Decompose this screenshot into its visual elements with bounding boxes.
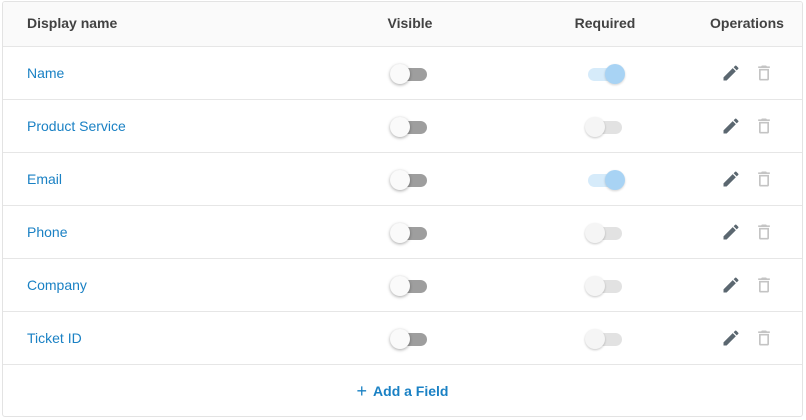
required-toggle bbox=[585, 329, 625, 349]
column-header-display-name: Display name bbox=[27, 15, 118, 31]
plus-icon: + bbox=[356, 381, 368, 401]
edit-pencil-icon[interactable] bbox=[721, 63, 741, 83]
edit-pencil-icon[interactable] bbox=[721, 116, 741, 136]
add-field-bar: + Add a Field bbox=[3, 376, 802, 406]
custom-fields-panel: Display name Visible Required Operations… bbox=[2, 1, 803, 417]
add-field-button[interactable]: + Add a Field bbox=[357, 376, 449, 406]
delete-trash-icon bbox=[754, 222, 774, 242]
required-toggle bbox=[585, 117, 625, 137]
field-name-link[interactable]: Company bbox=[27, 259, 87, 311]
visible-toggle[interactable] bbox=[390, 329, 430, 349]
visible-toggle[interactable] bbox=[390, 170, 430, 190]
edit-pencil-icon[interactable] bbox=[721, 328, 741, 348]
table-header: Display name Visible Required Operations bbox=[3, 2, 802, 47]
required-toggle[interactable] bbox=[585, 64, 625, 84]
table-row: Phone bbox=[3, 206, 802, 259]
visible-toggle[interactable] bbox=[390, 276, 430, 296]
edit-pencil-icon[interactable] bbox=[721, 222, 741, 242]
field-name-link[interactable]: Email bbox=[27, 153, 62, 205]
table-row: Email bbox=[3, 153, 802, 206]
table-row: Name bbox=[3, 47, 802, 100]
field-name-link[interactable]: Ticket ID bbox=[27, 312, 82, 364]
delete-trash-icon bbox=[754, 275, 774, 295]
edit-pencil-icon[interactable] bbox=[721, 169, 741, 189]
field-name-link[interactable]: Phone bbox=[27, 206, 67, 258]
visible-toggle[interactable] bbox=[390, 117, 430, 137]
edit-pencil-icon[interactable] bbox=[721, 275, 741, 295]
add-field-label: Add a Field bbox=[373, 383, 449, 399]
delete-trash-icon bbox=[754, 169, 774, 189]
column-header-visible: Visible bbox=[387, 15, 433, 31]
field-name-link[interactable]: Name bbox=[27, 47, 64, 99]
visible-toggle[interactable] bbox=[390, 223, 430, 243]
table-row: Product Service bbox=[3, 100, 802, 153]
column-header-required: Required bbox=[574, 15, 636, 31]
required-toggle bbox=[585, 276, 625, 296]
visible-toggle[interactable] bbox=[390, 64, 430, 84]
delete-trash-icon bbox=[754, 116, 774, 136]
delete-trash-icon bbox=[754, 328, 774, 348]
delete-trash-icon bbox=[754, 63, 774, 83]
table-row: Ticket ID bbox=[3, 312, 802, 365]
required-toggle[interactable] bbox=[585, 170, 625, 190]
table-row: Company bbox=[3, 259, 802, 312]
required-toggle bbox=[585, 223, 625, 243]
column-header-operations: Operations bbox=[710, 15, 784, 31]
field-name-link[interactable]: Product Service bbox=[27, 100, 126, 152]
